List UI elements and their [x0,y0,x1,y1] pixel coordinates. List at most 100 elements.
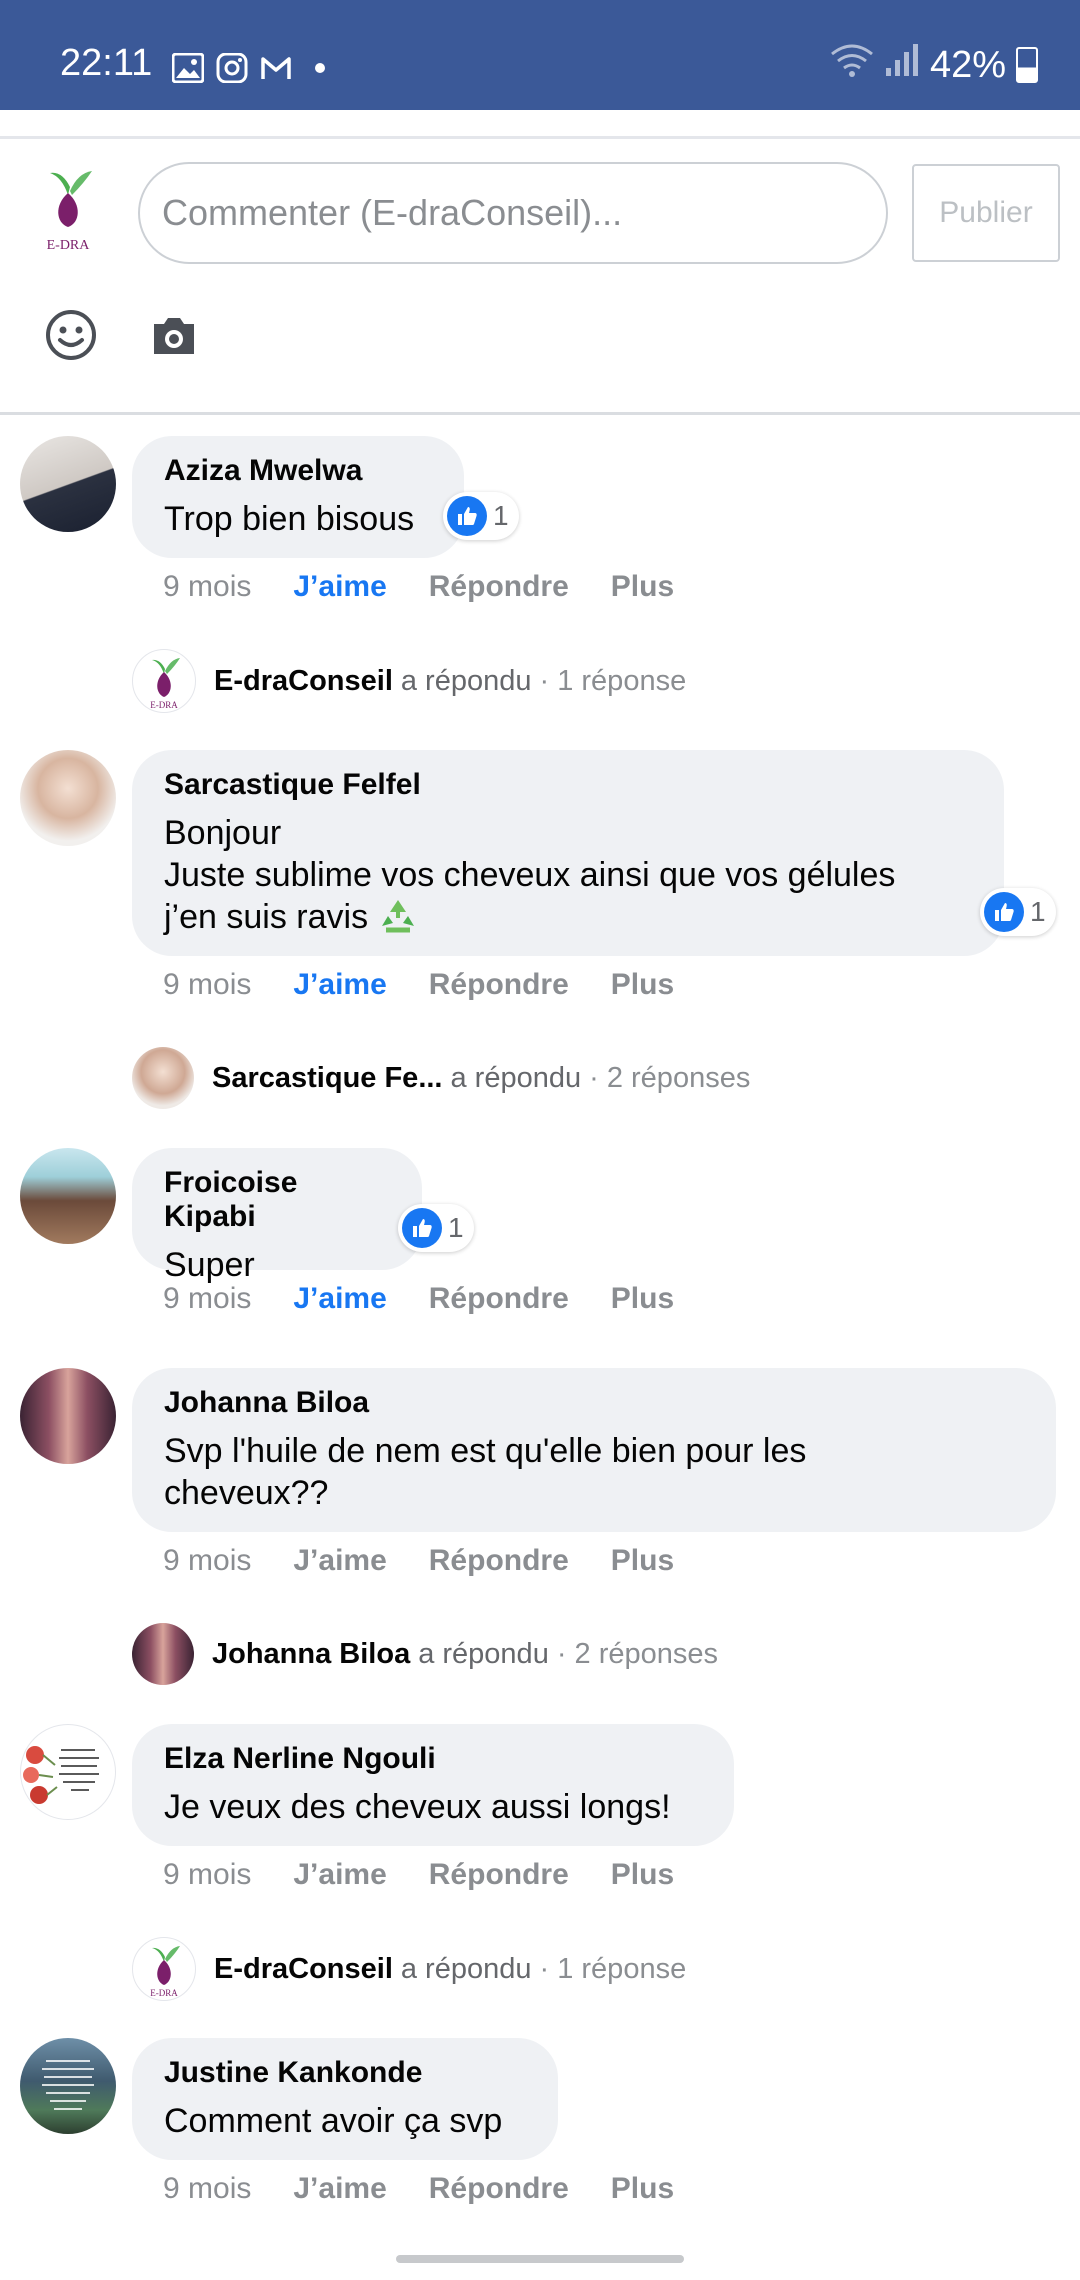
comment-age[interactable]: 9 mois [163,1858,251,1892]
comment-actions: 9 mois J’aime Répondre Plus [163,570,674,604]
comment-author[interactable]: Johanna Biloa [164,1386,1024,1420]
comment-bubble: Sarcastique Felfel Bonjour Juste sublime… [132,750,1004,956]
camera-icon[interactable] [150,314,198,358]
reply-author: Johanna Biloa [212,1637,411,1670]
comment-input[interactable]: Commenter (E-draConseil)... [138,162,888,264]
instagram-icon [216,52,248,84]
comment-author[interactable]: Elza Nerline Ngouli [164,1742,702,1776]
like-button[interactable]: J’aime [293,570,386,604]
more-button[interactable]: Plus [611,1858,674,1892]
comment-text: Comment avoir ça svp [164,2102,503,2140]
reply-author: Sarcastique Fe... [212,1061,443,1094]
more-button[interactable]: Plus [611,968,674,1002]
avatar[interactable] [20,2038,116,2134]
reply-author: E-draConseil [214,664,393,697]
like-button[interactable]: J’aime [293,1544,386,1578]
comment-author[interactable]: Sarcastique Felfel [164,768,972,802]
comment-age[interactable]: 9 mois [163,2172,251,2206]
comment-age[interactable]: 9 mois [163,1544,251,1578]
reply-verb: a répondu [450,1061,582,1094]
page-logo: E-DRA [32,165,104,255]
avatar[interactable] [20,750,116,846]
comment-text: Svp l'huile de nem est qu'elle bien pour… [164,1432,807,1512]
battery-percentage: 42% [929,43,1006,86]
comment-actions: 9 mois J’aime Répondre Plus [163,968,674,1002]
reply-count: · 2 réponses [589,1061,751,1094]
like-button[interactable]: J’aime [293,1858,386,1892]
reaction-badge[interactable]: 1 [398,1204,474,1252]
like-icon [447,496,487,536]
emoji-icon[interactable] [44,308,98,362]
like-button[interactable]: J’aime [293,1282,386,1316]
comment-author[interactable]: Aziza Mwelwa [164,454,432,488]
avatar[interactable] [20,1724,116,1820]
reply-button[interactable]: Répondre [429,570,569,604]
logo-text: E-DRA [47,238,91,253]
comment-bubble: Aziza Mwelwa Trop bien bisous [132,436,464,558]
comment-age[interactable]: 9 mois [163,968,251,1002]
reaction-count: 1 [1030,896,1046,927]
status-time: 22:11 [60,42,153,84]
comment-age[interactable]: 9 mois [163,570,251,604]
comment-actions: 9 mois J’aime Répondre Plus [163,1282,674,1316]
reply-button[interactable]: Répondre [429,1858,569,1892]
reply-avatar: E-DRA [132,1937,196,2001]
reaction-count: 1 [493,500,509,531]
reaction-badge[interactable]: 1 [980,888,1056,936]
comment-text: Trop bien bisous [164,500,415,538]
more-button[interactable]: Plus [611,1282,674,1316]
reply-summary[interactable]: E-DRA E-draConseil a répondu · 1 réponse [132,649,686,713]
more-button[interactable]: Plus [611,2172,674,2206]
svg-text:E-DRA: E-DRA [150,1988,178,1998]
reply-button[interactable]: Répondre [429,1544,569,1578]
comment-text: Je veux des cheveux aussi longs! [164,1788,671,1826]
like-icon [984,892,1024,932]
comment-bubble: Elza Nerline Ngouli Je veux des cheveux … [132,1724,734,1846]
home-indicator[interactable] [396,2255,684,2263]
notification-icons [171,50,336,86]
status-bar: 22:11 42% [0,0,1080,110]
dot-icon [304,53,336,83]
avatar[interactable] [20,436,116,532]
status-right: 42% [830,42,1038,88]
comment-bubble: Justine Kankonde Comment avoir ça svp [132,2038,558,2160]
comment-text: Super [164,1246,255,1284]
divider [0,412,1080,415]
comment-text: Bonjour Juste sublime vos cheveux ainsi … [164,814,896,936]
more-button[interactable]: Plus [611,1544,674,1578]
comment-bubble: Johanna Biloa Svp l'huile de nem est qu'… [132,1368,1056,1532]
reply-avatar [132,1623,194,1685]
reply-summary[interactable]: Johanna Biloa a répondu · 2 réponses [132,1623,718,1685]
reply-summary[interactable]: E-DRA E-draConseil a répondu · 1 réponse [132,1937,686,2001]
avatar[interactable] [20,1148,116,1244]
comment-age[interactable]: 9 mois [163,1282,251,1316]
divider [0,136,1080,139]
wifi-icon [830,42,874,88]
reply-button[interactable]: Répondre [429,2172,569,2206]
reply-verb: a répondu [418,1637,549,1670]
reply-count: · 2 réponses [556,1637,719,1670]
comment-author[interactable]: Froicoise Kipabi [164,1166,390,1234]
reply-verb: a répondu [400,1952,532,1985]
comment-author[interactable]: Justine Kankonde [164,2056,526,2090]
reaction-count: 1 [448,1212,464,1243]
reply-button[interactable]: Répondre [429,968,569,1002]
signal-icon [884,42,920,88]
publish-button[interactable]: Publier [912,164,1060,262]
reply-author: E-draConseil [214,1952,393,1985]
reply-avatar: E-DRA [132,649,196,713]
reply-count: · 1 réponse [539,1952,687,1985]
like-button[interactable]: J’aime [293,2172,386,2206]
reply-verb: a répondu [400,664,532,697]
more-button[interactable]: Plus [611,570,674,604]
like-button[interactable]: J’aime [293,968,386,1002]
battery-icon [1016,47,1038,83]
reply-avatar [132,1047,194,1109]
reply-count: · 1 réponse [539,664,687,697]
avatar[interactable] [20,1368,116,1464]
reaction-badge[interactable]: 1 [443,492,519,540]
svg-text:E-DRA: E-DRA [150,700,178,710]
gmail-icon [260,53,292,83]
reply-summary[interactable]: Sarcastique Fe... a répondu · 2 réponses [132,1047,750,1109]
reply-button[interactable]: Répondre [429,1282,569,1316]
